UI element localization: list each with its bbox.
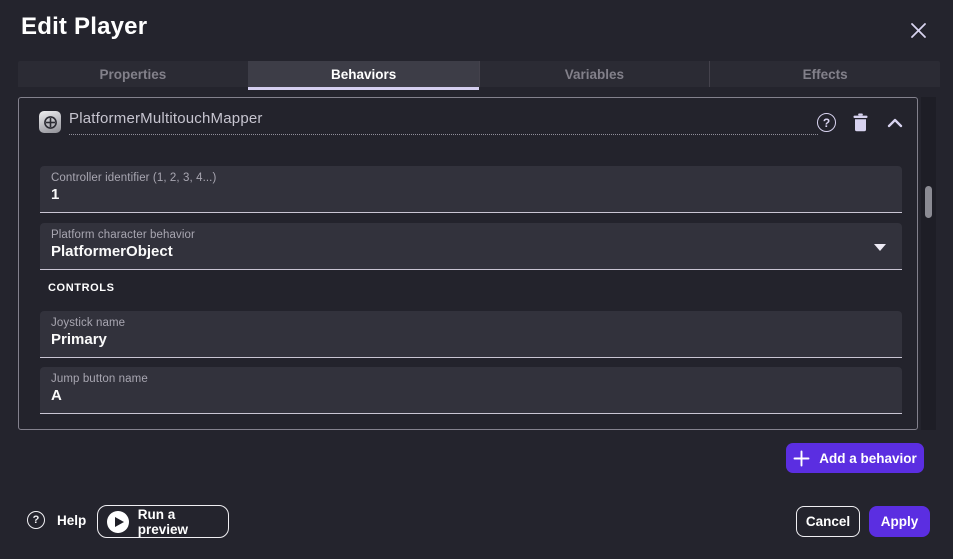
gamepad-crosshair-icon [39,111,61,133]
jump-button-name-input[interactable] [51,385,890,404]
joystick-name-input[interactable] [51,329,890,348]
trash-glyph [852,113,869,132]
tab-variables[interactable]: Variables [479,61,710,87]
help-icon[interactable]: ? [27,511,45,529]
chevron-up-glyph [887,118,903,128]
tab-bar: Properties Behaviors Variables Effects [18,61,940,87]
trash-icon[interactable] [849,111,872,134]
play-icon [107,511,129,533]
tab-behaviors[interactable]: Behaviors [248,61,479,87]
controller-identifier-input[interactable] [51,184,890,203]
controller-identifier-field: Controller identifier (1, 2, 3, 4...) [40,166,902,213]
play-triangle [115,517,124,527]
help-button[interactable]: Help [57,513,86,528]
jump-button-name-label: Jump button name [51,373,890,385]
platform-character-behavior-label: Platform character behavior [51,229,890,241]
scrollbar-track[interactable] [921,97,936,430]
behavior-header-actions: ? [815,111,906,134]
help-glyph: ? [33,514,40,526]
close-x-glyph [910,22,927,39]
tab-properties[interactable]: Properties [18,61,248,87]
behavior-name-field[interactable]: PlatformerMultitouchMapper [69,110,818,135]
page-title: Edit Player [21,13,147,41]
scrollbar-thumb[interactable] [925,186,932,218]
chevron-up-icon[interactable] [883,111,906,134]
controller-identifier-label: Controller identifier (1, 2, 3, 4...) [51,172,890,184]
close-icon[interactable] [907,19,929,41]
plus-icon [793,450,810,467]
add-behavior-button[interactable]: Add a behavior [786,443,924,473]
dropdown-arrow-icon [874,244,886,251]
platform-character-behavior-field[interactable]: Platform character behavior PlatformerOb… [40,223,902,270]
behavior-card: PlatformerMultitouchMapper ? Controller … [18,97,918,430]
run-preview-label: Run a preview [138,507,228,537]
active-tab-indicator [248,87,479,90]
joystick-name-label: Joystick name [51,317,890,329]
cancel-button[interactable]: Cancel [796,506,860,537]
controls-section-header: CONTROLS [48,282,115,294]
help-glyph: ? [817,113,836,132]
run-preview-button[interactable]: Run a preview [97,505,229,538]
tab-effects[interactable]: Effects [709,61,940,87]
apply-button[interactable]: Apply [869,506,930,537]
behavior-name: PlatformerMultitouchMapper [69,110,818,127]
jump-button-name-field: Jump button name [40,367,902,414]
joystick-name-field: Joystick name [40,311,902,358]
help-circle-icon[interactable]: ? [815,111,838,134]
add-behavior-label: Add a behavior [819,451,917,466]
platform-character-behavior-value: PlatformerObject [51,241,890,260]
